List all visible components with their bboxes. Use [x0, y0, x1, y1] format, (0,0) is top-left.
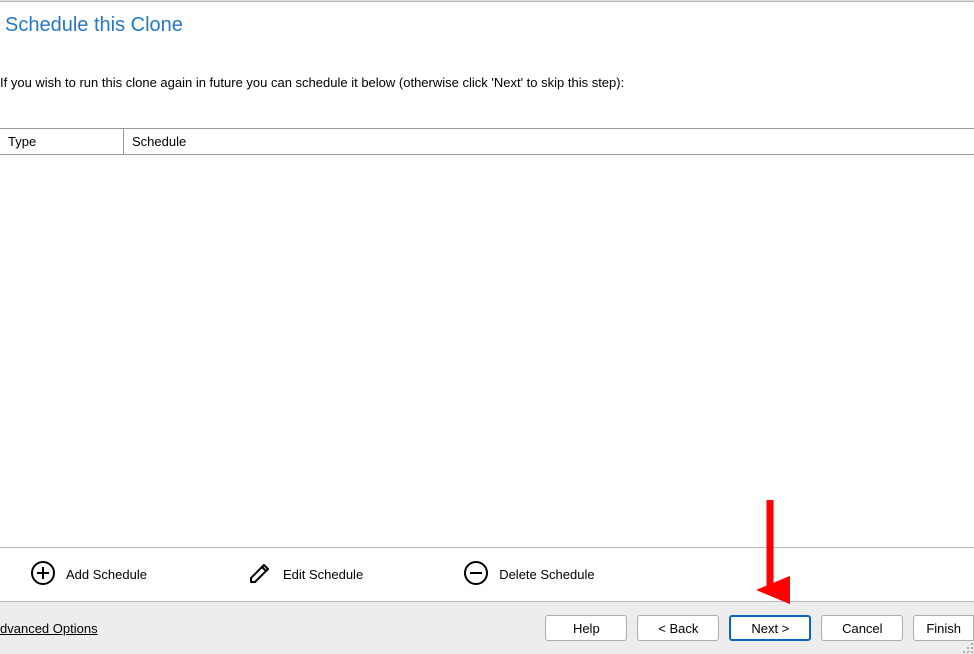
finish-button[interactable]: Finish	[913, 615, 974, 641]
add-schedule-label: Add Schedule	[66, 567, 147, 582]
advanced-options-link[interactable]: dvanced Options	[0, 621, 98, 636]
delete-schedule-label: Delete Schedule	[499, 567, 594, 582]
header: Schedule this Clone	[0, 2, 974, 37]
col-header-type[interactable]: Type	[0, 129, 124, 154]
pencil-icon	[247, 560, 273, 589]
plus-circle-icon	[30, 560, 56, 589]
footer: dvanced Options Help < Back Next > Cance…	[0, 602, 974, 654]
table-header-row: Type Schedule	[0, 129, 974, 155]
cancel-button[interactable]: Cancel	[821, 615, 903, 641]
action-bar: Add Schedule Edit Schedule Delete Schedu…	[0, 547, 974, 602]
edit-schedule-button[interactable]: Edit Schedule	[247, 560, 363, 589]
delete-schedule-button[interactable]: Delete Schedule	[463, 560, 594, 589]
description-text: If you wish to run this clone again in f…	[0, 37, 974, 90]
schedule-table: Type Schedule	[0, 128, 974, 155]
back-button[interactable]: < Back	[637, 615, 719, 641]
minus-circle-icon	[463, 560, 489, 589]
add-schedule-button[interactable]: Add Schedule	[30, 560, 147, 589]
edit-schedule-label: Edit Schedule	[283, 567, 363, 582]
help-button[interactable]: Help	[545, 615, 627, 641]
col-header-schedule[interactable]: Schedule	[124, 129, 974, 154]
next-button[interactable]: Next >	[729, 615, 811, 641]
page-title: Schedule this Clone	[5, 14, 974, 37]
resize-grip[interactable]	[960, 640, 974, 654]
